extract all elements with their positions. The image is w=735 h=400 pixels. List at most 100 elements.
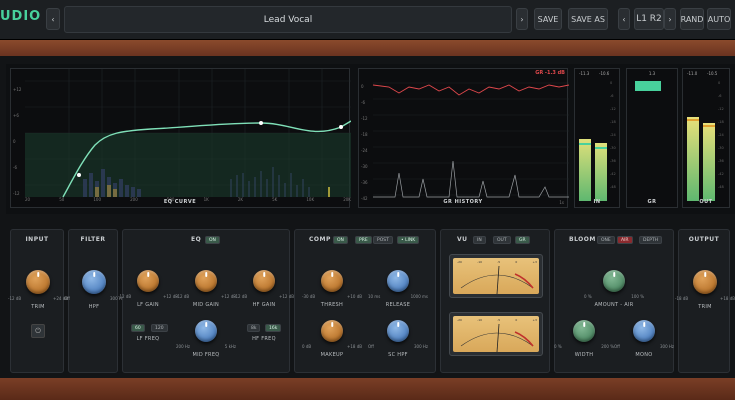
vu2-scale-3: -5 (497, 318, 501, 322)
eq-curve-display[interactable]: +12 +6 0 -6 -12 20 50 100 200 500 1K 2K … (10, 68, 352, 208)
out-meter-bar-l (687, 117, 699, 201)
in-peak-r: -10.6 (599, 71, 610, 76)
in-scale-5: -30 (610, 146, 616, 150)
eq-ytick-0: +12 (13, 87, 22, 92)
comp-release-max: 1000 ms (410, 294, 428, 299)
in-meter-bar-l (579, 139, 591, 201)
comp-link-button[interactable]: • LINK (397, 236, 420, 244)
gr-meter-peak: 1.3 (648, 71, 656, 76)
gr-meter-label: GR (647, 199, 657, 205)
gr-ytick-6: -36 (361, 180, 368, 185)
ab-next-button[interactable]: › (664, 8, 676, 30)
eq-mid-freq-max: 5 kHz (224, 344, 236, 349)
wood-trim-top (0, 40, 735, 56)
filter-section: FILTER Off 300 Hz HPF (64, 229, 124, 373)
auto-button[interactable]: AUTO (707, 8, 731, 30)
vu-meter-bottom: -20 -10 -5 0 +3 (449, 312, 543, 356)
in-scale-6: -36 (610, 159, 616, 163)
bloom-mode-one[interactable]: ONE (597, 236, 615, 244)
input-title: INPUT (25, 236, 49, 243)
in-scale-1: -6 (610, 94, 614, 98)
bloom-mono-knob[interactable] (633, 320, 655, 342)
bloom-width-min: 0 % (554, 344, 562, 349)
comp-enable-toggle[interactable]: ON (333, 236, 348, 244)
eq-mid-gain-knob[interactable] (195, 270, 217, 292)
vu2-scale-9: +3 (532, 318, 537, 322)
comp-makeup-min: 0 dB (302, 344, 312, 349)
eq-mid-freq-knob[interactable] (195, 320, 217, 342)
gr-history-graph (372, 82, 570, 198)
comp-thresh-knob[interactable] (321, 270, 343, 292)
vu-in-button[interactable]: IN (473, 236, 486, 244)
eq-hf-gain-knob[interactable] (253, 270, 275, 292)
comp-makeup-knob[interactable] (321, 320, 343, 342)
filter-hpf-label: HPF (88, 304, 100, 310)
out-scale-4: -24 (718, 133, 724, 137)
app-logo: UDIO (0, 9, 42, 24)
comp-sc-hpf-min: Off (368, 344, 374, 349)
comp-makeup-range: 0 dB +18 dB (302, 344, 362, 349)
comp-sc-hpf-knob[interactable] (387, 320, 409, 342)
save-as-button[interactable]: SAVE AS (568, 8, 608, 30)
ab-compare-label[interactable]: L1 R2 (634, 8, 664, 30)
comp-release-knob[interactable] (387, 270, 409, 292)
vu-meter-top: -20 -10 -5 0 +3 (449, 254, 543, 298)
comp-makeup-max: +18 dB (347, 344, 362, 349)
ab-prev-button[interactable]: ‹ (618, 8, 630, 30)
input-power-button[interactable]: ⏻ (31, 324, 45, 338)
gr-history-line (372, 84, 570, 96)
out-scale-8: -48 (718, 185, 724, 189)
output-meter: -11.0 -10.5 0 -6 -12 -18 -24 -30 -36 -42… (682, 68, 730, 208)
out-scale-1: -6 (718, 94, 722, 98)
next-preset-button[interactable]: › (516, 8, 528, 30)
eq-lf-gain-knob[interactable] (137, 270, 159, 292)
bloom-mode-depth[interactable]: DEPTH (639, 236, 663, 244)
comp-pre-button[interactable]: PRE (355, 236, 372, 244)
eq-node-lf (77, 173, 81, 177)
out-meter-bar-r (703, 123, 715, 201)
vu-out-button[interactable]: OUT (493, 236, 511, 244)
in-scale-4: -24 (610, 133, 616, 137)
random-button[interactable]: RAND (680, 8, 704, 30)
eq-lf-gain-label: LF GAIN (137, 302, 159, 308)
bloom-amount-knob[interactable] (603, 270, 625, 292)
comp-post-button[interactable]: POST (373, 236, 393, 244)
eq-lf-freq-120[interactable]: 120 (151, 324, 168, 332)
eq-hf-freq-8k[interactable]: 8k (247, 324, 261, 332)
vu2-scale-0: -20 (457, 318, 462, 322)
save-button[interactable]: SAVE (534, 8, 562, 30)
bloom-mode-air[interactable]: AIR (617, 236, 633, 244)
eq-enable-toggle[interactable]: ON (205, 236, 220, 244)
output-trim-range: -18 dB +18 dB (675, 296, 735, 301)
out-meter-label: OUT (699, 199, 713, 205)
wood-trim-bottom (0, 378, 735, 400)
output-trim-knob[interactable] (693, 270, 717, 294)
preset-name-display[interactable]: Lead Vocal (64, 6, 512, 33)
comp-thresh-range: -30 dB +10 dB (302, 294, 362, 299)
eq-section: EQ ON -12 dB +12 dB LF GAIN -12 dB +12 dB … (118, 229, 294, 373)
bloom-amount-min: 0 % (584, 294, 592, 299)
bloom-title: BLOOM (569, 236, 596, 243)
eq-ytick-2: 0 (13, 139, 16, 144)
eq-lf-freq-60[interactable]: 60 (131, 324, 145, 332)
bloom-width-knob[interactable] (573, 320, 595, 342)
header-bar: UDIO ‹ Lead Vocal › SAVE SAVE AS ‹ L1 R2… (0, 0, 735, 40)
vu-gr-button[interactable]: GR (515, 236, 530, 244)
eq-ytick-1: +6 (13, 113, 19, 118)
eq-lf-freq-label: LF FREQ (136, 336, 160, 342)
eq-mid-freq-min: 200 Hz (176, 344, 191, 349)
filter-hpf-knob[interactable] (82, 270, 106, 294)
comp-release-label: RELEASE (385, 302, 411, 308)
input-trim-knob[interactable] (26, 270, 50, 294)
output-title: OUTPUT (688, 236, 720, 243)
vu1-scale-9: +3 (532, 260, 537, 264)
eq-curve-label: EQ CURVE (163, 199, 197, 205)
gr-ytick-5: -30 (361, 164, 368, 169)
filter-hpf-min: Off (64, 296, 70, 301)
in-scale-2: -12 (610, 107, 616, 111)
gr-ytick-1: -6 (361, 100, 365, 105)
prev-preset-button[interactable]: ‹ (46, 8, 60, 30)
gr-history-display: GR -1.3 dB 0 -6 -12 -18 -24 -30 -36 -42 … (358, 68, 570, 208)
output-section: OUTPUT -18 dB +18 dB TRIM (675, 229, 735, 373)
eq-hf-freq-16k[interactable]: 16k (265, 324, 282, 332)
